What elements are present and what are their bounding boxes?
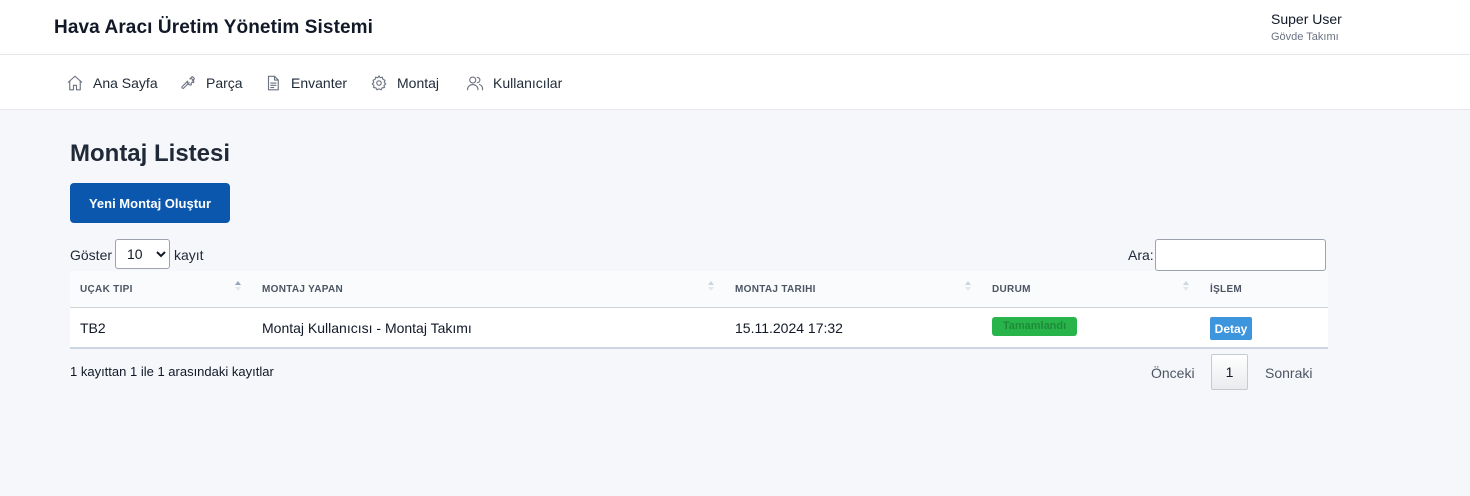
gear-icon xyxy=(371,75,387,91)
column-header-montaj-yapan[interactable]: MONTAJ YAPAN xyxy=(262,284,343,295)
page-title: Montaj Listesi xyxy=(70,140,231,167)
wrench-icon xyxy=(181,76,195,89)
page-length-select[interactable]: 10 25 50 100 xyxy=(115,239,170,269)
pagination-previous[interactable]: Önceki xyxy=(1151,365,1195,381)
nav-item-kullanicilar[interactable]: Kullanıcılar xyxy=(466,74,562,92)
nav-item-montaj[interactable]: Montaj xyxy=(370,74,439,92)
column-header-montaj-tarihi[interactable]: MONTAJ TARIHI xyxy=(735,284,816,295)
nav-item-ana-sayfa[interactable]: Ana Sayfa xyxy=(66,74,158,92)
sort-icon xyxy=(235,281,242,291)
table-header: UÇAK TIPI MONTAJ YAPAN MONTAJ TARIHI DUR… xyxy=(70,271,1328,308)
document-icon xyxy=(267,75,279,91)
table-info: 1 kayıttan 1 ile 1 arasındaki kayıtlar xyxy=(70,364,274,379)
sort-icon xyxy=(1183,281,1190,291)
cell-montaj-yapan: Montaj Kullanıcısı - Montaj Takımı xyxy=(262,320,472,336)
records-label: kayıt xyxy=(174,247,204,263)
home-icon xyxy=(67,75,83,91)
main-nav: Ana Sayfa Parça Envanter Montaj Kullanıc… xyxy=(0,55,1470,110)
cell-montaj-tarihi: 15.11.2024 17:32 xyxy=(735,320,843,336)
users-icon xyxy=(466,76,484,91)
search-label: Ara: xyxy=(1128,247,1154,263)
table-row: TB2 Montaj Kullanıcısı - Montaj Takımı 1… xyxy=(70,308,1328,349)
nav-label: Parça xyxy=(206,75,243,91)
nav-item-parca[interactable]: Parça xyxy=(179,74,243,92)
app-title: Hava Aracı Üretim Yönetim Sistemi xyxy=(54,17,374,38)
nav-label: Envanter xyxy=(291,75,348,91)
nav-item-envanter[interactable]: Envanter xyxy=(264,74,347,92)
status-badge: Tamamlandı xyxy=(992,317,1077,336)
cell-ucak-tipi: TB2 xyxy=(80,320,106,336)
nav-label: Ana Sayfa xyxy=(93,75,158,91)
column-header-ucak-tipi[interactable]: UÇAK TIPI xyxy=(80,284,133,295)
sort-icon xyxy=(965,281,972,291)
pagination-page-1[interactable]: 1 xyxy=(1211,354,1248,390)
show-label: Göster xyxy=(70,247,113,263)
pagination-next[interactable]: Sonraki xyxy=(1265,365,1312,381)
search-input[interactable] xyxy=(1155,239,1326,271)
user-team: Gövde Takımı xyxy=(1271,31,1339,43)
nav-label: Montaj xyxy=(397,75,440,91)
top-header: Hava Aracı Üretim Yönetim Sistemi Super … xyxy=(0,0,1470,55)
column-header-islem: İŞLEM xyxy=(1210,284,1243,295)
nav-label: Kullanıcılar xyxy=(493,75,563,91)
new-assembly-button[interactable]: Yeni Montaj Oluştur xyxy=(70,183,230,223)
column-header-durum[interactable]: DURUM xyxy=(992,284,1031,295)
sort-icon xyxy=(708,281,715,291)
detail-button[interactable]: Detay xyxy=(1210,317,1252,340)
user-name[interactable]: Super User xyxy=(1271,11,1342,27)
